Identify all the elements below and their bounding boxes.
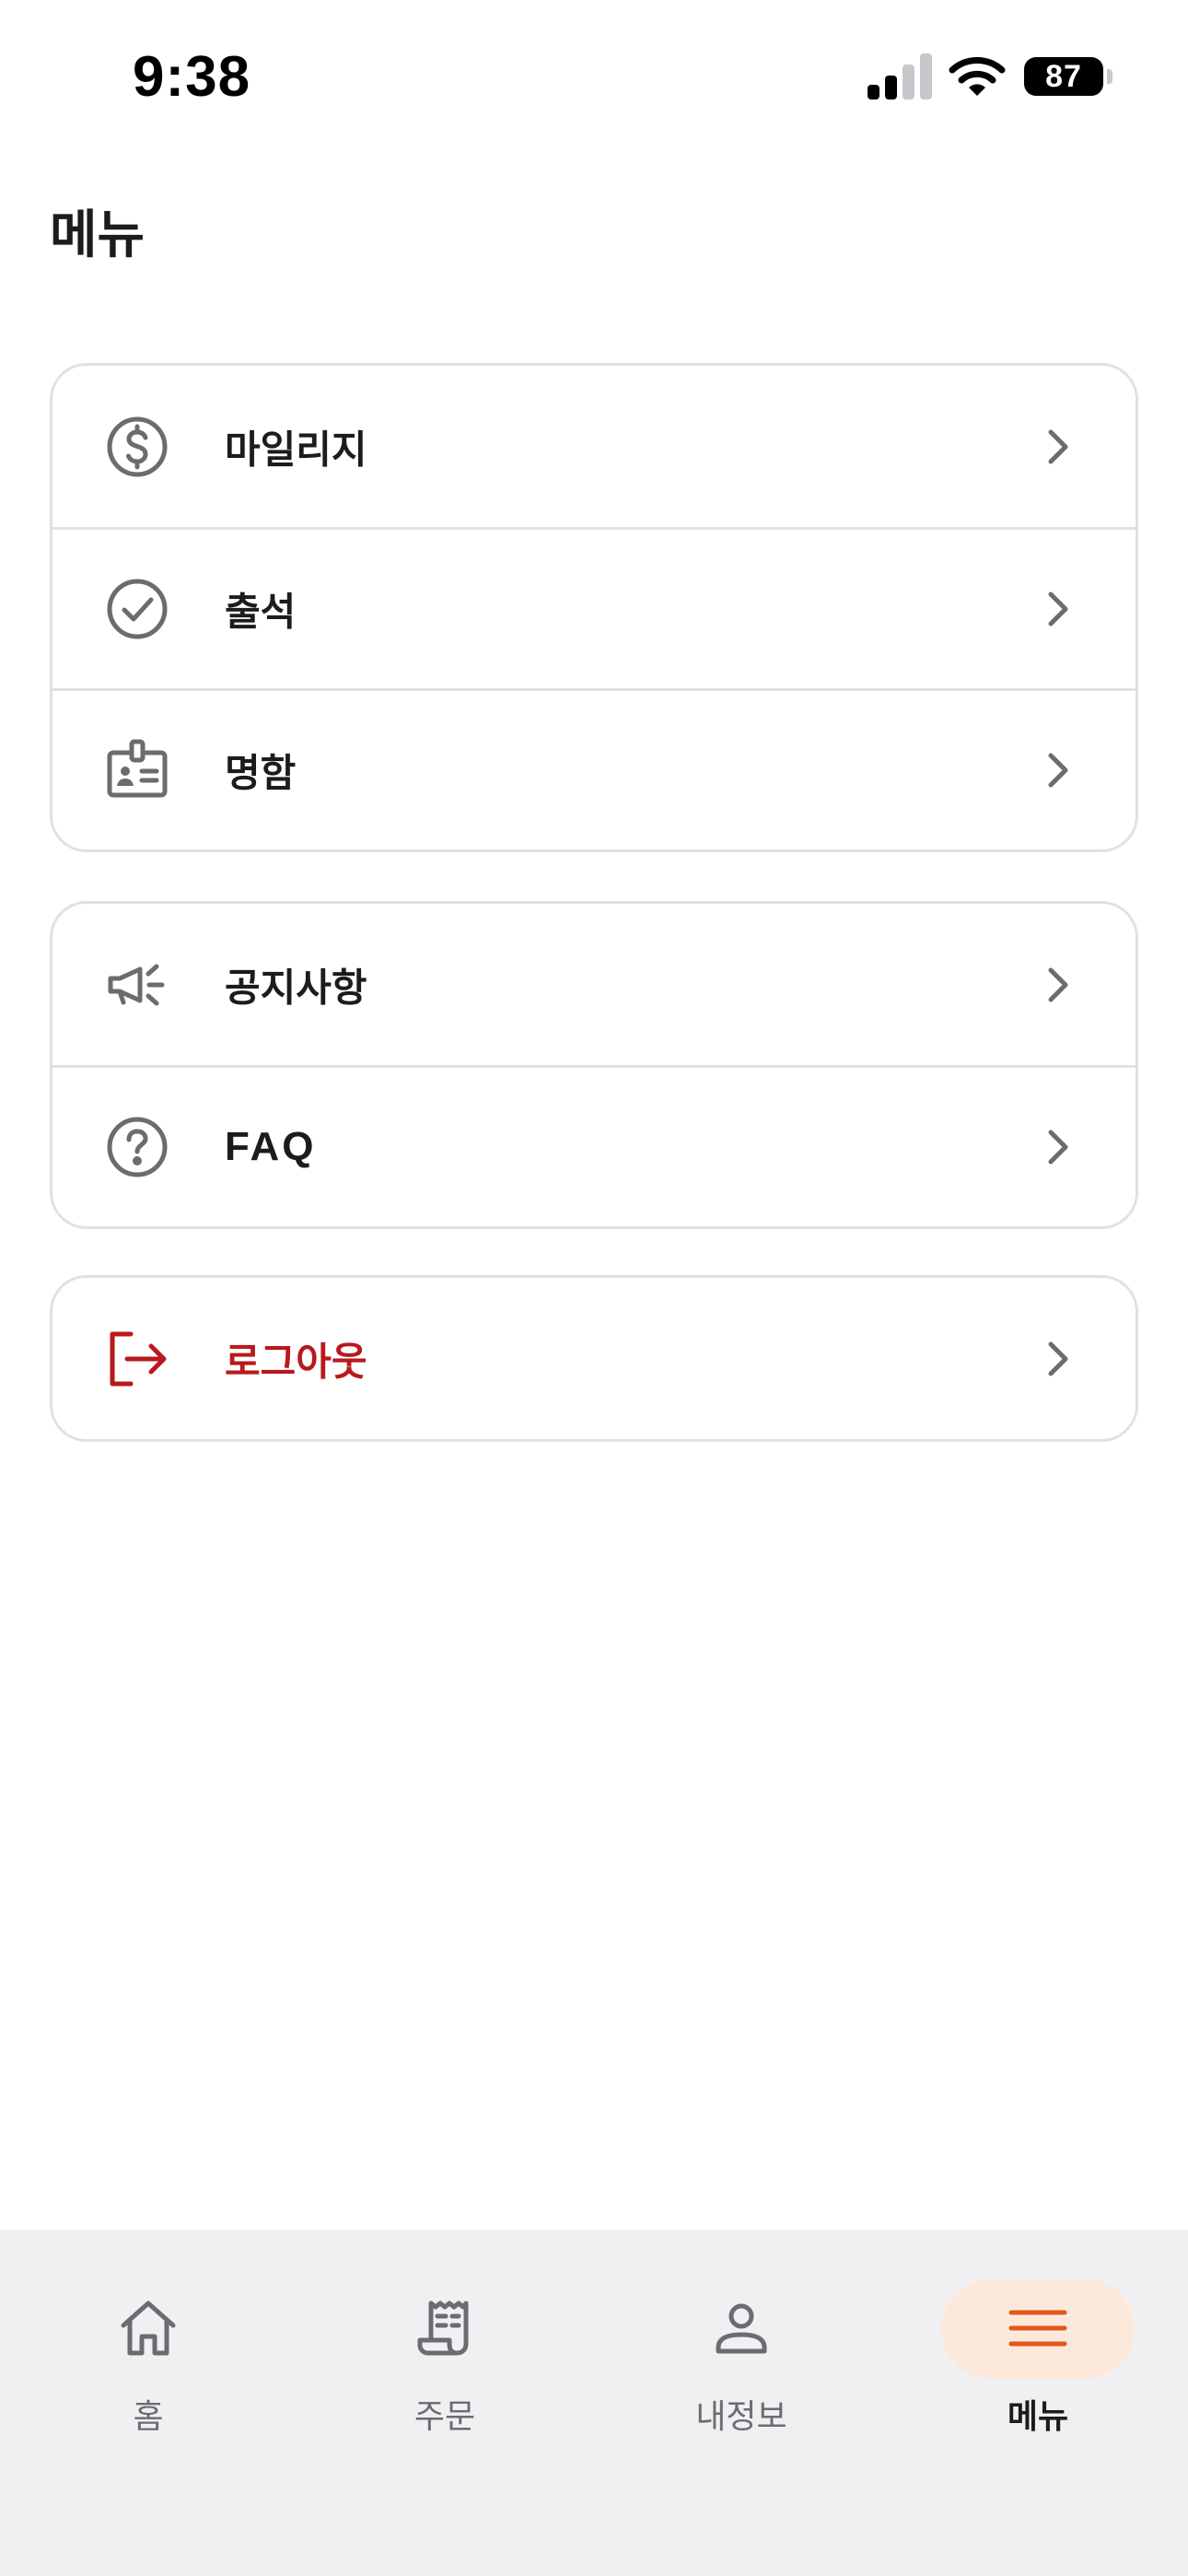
person-icon <box>709 2296 774 2360</box>
menu-section-logout: 로그아웃 <box>50 1275 1138 1442</box>
chevron-right-icon <box>1042 750 1075 790</box>
menu-item-mileage[interactable]: 마일리지 <box>52 366 1136 527</box>
receipt-icon <box>413 2296 477 2360</box>
chevron-right-icon <box>1042 1339 1075 1379</box>
tab-label: 주문 <box>413 2398 476 2436</box>
menu-item-business-card[interactable]: 명함 <box>52 688 1136 849</box>
menu-section-support: 공지사항 FAQ <box>50 901 1138 1229</box>
tab-label: 메뉴 <box>1007 2398 1069 2436</box>
menu-item-label: 공지사항 <box>225 965 367 1010</box>
menu-item-label: 로그아웃 <box>225 1339 367 1384</box>
menu-item-label: 마일리지 <box>225 427 367 472</box>
home-icon <box>116 2296 181 2360</box>
id-badge-icon <box>105 738 169 802</box>
menu-item-faq[interactable]: FAQ <box>52 1065 1136 1226</box>
menu-item-attendance[interactable]: 출석 <box>52 527 1136 688</box>
menu-item-logout[interactable]: 로그아웃 <box>52 1278 1136 1439</box>
check-circle-icon <box>105 577 169 641</box>
tab-home[interactable]: 홈 <box>52 2279 245 2436</box>
chevron-right-icon <box>1042 589 1075 629</box>
wifi-icon <box>949 57 1006 96</box>
tab-label: 홈 <box>133 2398 164 2436</box>
chevron-right-icon <box>1042 965 1075 1005</box>
page-title: 메뉴 <box>50 205 146 265</box>
tab-menu[interactable]: 메뉴 <box>941 2279 1135 2436</box>
menu-item-notice[interactable]: 공지사항 <box>52 904 1136 1065</box>
question-circle-icon <box>105 1115 169 1179</box>
menu-section-account: 마일리지 출석 명함 <box>50 363 1138 852</box>
tab-label: 내정보 <box>695 2398 787 2436</box>
menu-item-label: 명함 <box>225 750 297 796</box>
menu-item-label: FAQ <box>225 1124 317 1169</box>
cellular-signal-icon <box>868 53 932 100</box>
hamburger-menu-icon <box>1006 2296 1070 2360</box>
chevron-right-icon <box>1042 1127 1075 1167</box>
tab-orders[interactable]: 주문 <box>348 2279 542 2436</box>
tab-bar: 홈 주문 내정보 메뉴 <box>0 2230 1188 2576</box>
battery-icon: 87 <box>1024 57 1103 96</box>
dollar-circle-icon <box>105 415 169 479</box>
menu-screen: 9:38 87 메뉴 마일리지 출석 명함 공지사항 FAQ 로그아웃 홈 주문… <box>0 0 1188 2576</box>
chevron-right-icon <box>1042 427 1075 467</box>
status-bar: 9:38 87 <box>0 0 1188 157</box>
megaphone-icon <box>105 953 169 1017</box>
tab-my-info[interactable]: 내정보 <box>645 2279 838 2436</box>
status-time: 9:38 <box>133 45 251 109</box>
menu-item-label: 출석 <box>225 589 297 635</box>
logout-icon <box>105 1327 169 1391</box>
battery-tip <box>1107 69 1112 84</box>
